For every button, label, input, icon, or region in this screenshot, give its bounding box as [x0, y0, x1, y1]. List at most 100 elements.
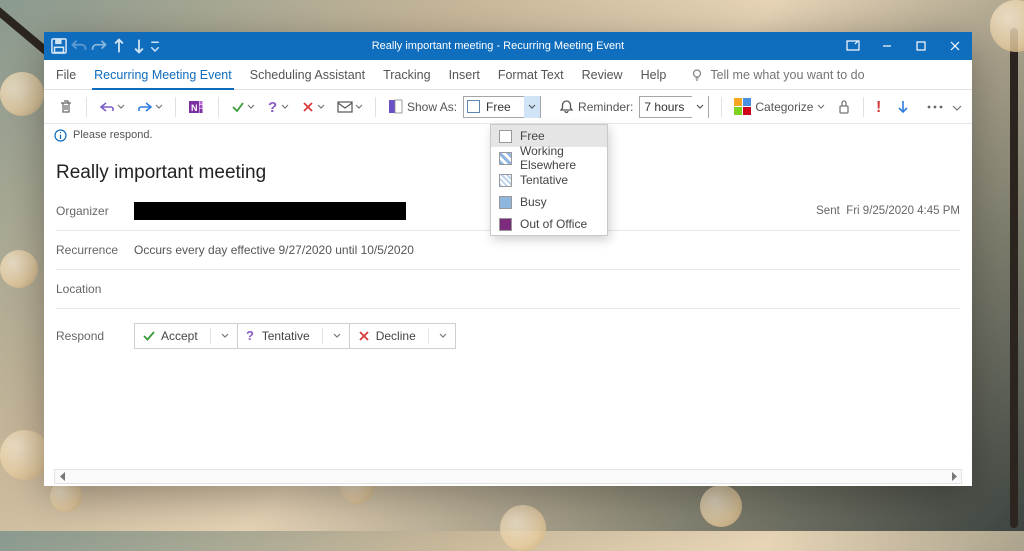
tell-me[interactable] [690, 68, 890, 82]
maximize-button[interactable] [904, 32, 938, 60]
reply-button[interactable] [95, 94, 129, 120]
menu-format-text[interactable]: Format Text [496, 62, 566, 88]
menu-scheduling-assistant[interactable]: Scheduling Assistant [248, 62, 367, 88]
chevron-down-icon[interactable] [524, 96, 540, 118]
respond-mail-button[interactable] [333, 94, 367, 120]
show-as-option-out-of-office[interactable]: Out of Office [491, 213, 607, 235]
sent-info: Sent Fri 9/25/2020 4:45 PM [816, 205, 960, 217]
close-button[interactable] [938, 32, 972, 60]
lock-icon [837, 99, 851, 115]
blossom-deco [500, 505, 546, 551]
show-as-icon [388, 99, 403, 114]
respond-decline-label: Decline [376, 329, 416, 343]
onenote-icon: N [188, 98, 206, 116]
undo-icon[interactable] [70, 37, 88, 55]
location-label: Location [56, 282, 134, 296]
envelope-icon [337, 100, 353, 114]
save-icon[interactable] [50, 37, 68, 55]
respond-accept-label: Accept [161, 329, 198, 343]
show-as-swatch-icon [467, 100, 480, 113]
respond-decline-button[interactable]: Decline [349, 323, 456, 349]
blossom-deco [0, 250, 38, 288]
more-button[interactable] [922, 94, 948, 120]
menu-review[interactable]: Review [580, 62, 625, 88]
chevron-down-icon[interactable] [221, 331, 229, 341]
respond-button-group: Accept ? Tentative Decline [134, 323, 456, 349]
show-as-dropdown: Free Working Elsewhere Tentative Busy Ou… [490, 124, 608, 236]
redo-icon[interactable] [90, 37, 108, 55]
organizer-label: Organizer [56, 204, 134, 218]
ribbon-collapse-button[interactable] [948, 95, 966, 121]
chevron-down-icon[interactable] [333, 331, 341, 341]
chevron-down-icon [952, 103, 962, 113]
decline-button[interactable] [297, 94, 329, 120]
up-arrow-icon[interactable] [110, 37, 128, 55]
menu-help[interactable]: Help [639, 62, 669, 88]
ribbon-display-options-icon[interactable] [836, 32, 870, 60]
chevron-down-icon[interactable] [439, 331, 447, 341]
menu-file[interactable]: File [54, 62, 78, 88]
recurrence-label: Recurrence [56, 243, 134, 257]
check-icon [231, 100, 245, 114]
respond-tentative-button[interactable]: ? Tentative [237, 323, 350, 349]
show-as-option-tentative[interactable]: Tentative [491, 169, 607, 191]
ribbon: N ? Show As: Free [44, 90, 972, 124]
show-as-control: Show As: Free [384, 94, 545, 120]
categorize-label: Categorize [755, 100, 813, 114]
low-importance-button[interactable] [892, 94, 914, 120]
blossom-deco [990, 0, 1024, 52]
chevron-down-icon [355, 100, 363, 114]
show-as-option-label: Free [520, 129, 545, 143]
trash-icon [58, 99, 74, 115]
respond-accept-button[interactable]: Accept [134, 323, 238, 349]
tentative-button[interactable]: ? [263, 94, 293, 120]
forward-button[interactable] [133, 94, 167, 120]
show-as-label: Show As: [407, 100, 457, 114]
respond-tentative-label: Tentative [262, 329, 310, 343]
menubar: File Recurring Meeting Event Scheduling … [44, 60, 972, 90]
categorize-icon [734, 98, 751, 115]
scroll-right-icon[interactable] [946, 470, 961, 483]
down-arrow-icon [896, 99, 910, 115]
categorize-button[interactable]: Categorize [730, 94, 829, 120]
minimize-button[interactable] [870, 32, 904, 60]
menu-tracking[interactable]: Tracking [381, 62, 432, 88]
show-as-option-working-elsewhere[interactable]: Working Elsewhere [491, 147, 607, 169]
show-as-combo[interactable]: Free [463, 96, 541, 118]
quick-access-toolbar [44, 37, 160, 55]
chevron-down-icon[interactable] [692, 96, 708, 118]
info-icon [54, 129, 67, 142]
busy-swatch-icon [499, 196, 512, 209]
show-as-option-label: Busy [520, 195, 547, 209]
svg-text:?: ? [268, 99, 277, 115]
exclamation-icon: ! [876, 98, 884, 116]
x-icon [301, 100, 315, 114]
out-of-office-swatch-icon [499, 218, 512, 231]
window-controls [870, 32, 972, 60]
tell-me-input[interactable] [710, 68, 890, 82]
delete-button[interactable] [54, 94, 78, 120]
titlebar: Really important meeting - Recurring Mee… [44, 32, 972, 60]
horizontal-scrollbar[interactable] [54, 469, 962, 484]
respond-row: Respond Accept ? Tentative Decline [56, 321, 960, 351]
chevron-down-icon [817, 100, 825, 114]
branch-deco [1010, 28, 1018, 528]
chevron-down-icon [155, 100, 163, 114]
show-as-option-label: Out of Office [520, 217, 587, 231]
reminder-value: 7 hours [640, 100, 692, 114]
down-arrow-icon[interactable] [130, 37, 148, 55]
reminder-combo[interactable]: 7 hours [639, 96, 709, 118]
recurrence-value: Occurs every day effective 9/27/2020 unt… [134, 243, 414, 257]
blossom-deco [700, 485, 742, 527]
accept-button[interactable] [227, 94, 259, 120]
scroll-left-icon[interactable] [55, 470, 70, 483]
show-as-option-busy[interactable]: Busy [491, 191, 607, 213]
svg-text:N: N [191, 103, 198, 113]
menu-insert[interactable]: Insert [447, 62, 482, 88]
qat-customize-icon[interactable] [150, 37, 160, 55]
private-button[interactable] [833, 94, 855, 120]
menu-recurring-meeting-event[interactable]: Recurring Meeting Event [92, 60, 234, 90]
chevron-down-icon [247, 100, 255, 114]
onenote-button[interactable]: N [184, 94, 210, 120]
high-importance-button[interactable]: ! [872, 94, 888, 120]
